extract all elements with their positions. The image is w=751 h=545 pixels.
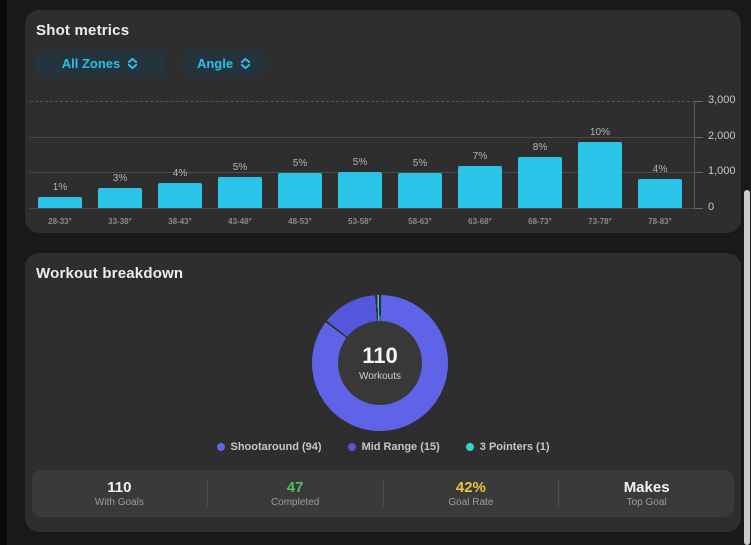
bar-value-label: 5% bbox=[292, 158, 308, 170]
stat-label: Top Goal bbox=[626, 496, 667, 508]
bar-chart: 1% 28-33° 3% 33-38° 4% 38-43° 5% 43-48° 5% 48-53°… bbox=[30, 101, 695, 226]
stat-value: 42% bbox=[455, 478, 486, 496]
bar-group-33-38°: 3% bbox=[98, 101, 142, 208]
x-axis-label: 68-73° bbox=[528, 217, 552, 226]
x-axis-label: 58-63° bbox=[408, 217, 432, 226]
donut-chart: 110 Workouts bbox=[312, 295, 448, 431]
legend-item-shootaround: Shootaround (94) bbox=[216, 441, 322, 453]
donut-center: 110 Workouts bbox=[338, 321, 422, 405]
bar-value-label: 7% bbox=[472, 150, 488, 162]
legend-label: 3 Pointers (1) bbox=[479, 441, 550, 453]
bar-group-38-43°: 4% bbox=[158, 101, 202, 208]
bar-value-label: 4% bbox=[652, 164, 668, 176]
bar-68-73° bbox=[518, 157, 562, 208]
stat-label: Completed bbox=[270, 496, 320, 508]
x-axis-label: 38-43° bbox=[168, 217, 192, 226]
x-axis-label: 48-53° bbox=[288, 217, 312, 226]
bar-48-53° bbox=[278, 173, 322, 208]
bar-value-label: 5% bbox=[352, 157, 368, 169]
bar-group-68-73°: 8% bbox=[518, 101, 562, 208]
bar-value-label: 5% bbox=[412, 158, 428, 170]
bar-value-label: 8% bbox=[532, 142, 548, 153]
filter-row: All Zones Angle bbox=[35, 50, 266, 77]
bar-group-43-48°: 5% bbox=[218, 101, 262, 208]
bar-group-78-83°: 4% bbox=[638, 101, 682, 208]
y-tick-label: 1,000 bbox=[695, 165, 736, 177]
all-zones-dropdown-label: All Zones bbox=[61, 56, 121, 71]
bar-group-73-78°: 10% bbox=[578, 101, 622, 208]
y-tick-mark bbox=[695, 101, 703, 102]
angle-dropdown[interactable]: Angle bbox=[182, 50, 266, 77]
workout-breakdown-card: Workout breakdown 110 Workouts Shootarou… bbox=[25, 253, 741, 532]
stat-top-goal: Makes Top Goal bbox=[559, 470, 734, 517]
bar-group-48-53°: 5% bbox=[278, 101, 322, 208]
scrollbar-thumb[interactable] bbox=[744, 190, 750, 545]
bar-value-label: 3% bbox=[112, 173, 128, 185]
y-tick-label: 0 bbox=[695, 201, 714, 213]
legend-dot bbox=[347, 443, 356, 451]
x-axis-label: 63-68° bbox=[468, 217, 492, 226]
bar-43-48° bbox=[218, 176, 262, 208]
bar-group-28-33°: 1% bbox=[38, 101, 82, 208]
x-axis-label: 28-33° bbox=[48, 217, 72, 226]
workout-breakdown-title: Workout breakdown bbox=[36, 265, 184, 282]
x-axis-label: 33-38° bbox=[108, 217, 132, 226]
stats-bar: 110 With Goals 47 Completed 42% Goal Rate Make… bbox=[32, 470, 734, 517]
legend-item-3-pointers: 3 Pointers (1) bbox=[465, 441, 550, 453]
legend-label: Shootaround (94) bbox=[230, 441, 322, 453]
bar-78-83° bbox=[638, 179, 682, 208]
bar-33-38° bbox=[98, 188, 142, 208]
bar-group-63-68°: 7% bbox=[458, 101, 502, 208]
y-tick-label: 2,000 bbox=[695, 130, 736, 142]
bar-value-label: 4% bbox=[172, 168, 188, 180]
chart-legend: Shootaround (94) Mid Range (15) 3 Pointers… bbox=[25, 441, 741, 453]
workout-total-value: 110 bbox=[362, 343, 398, 369]
bar-group-53-58°: 5% bbox=[338, 101, 382, 208]
workout-total-label: Workouts bbox=[358, 370, 402, 382]
bar-73-78° bbox=[578, 142, 622, 208]
stat-goal-rate: 42% Goal Rate bbox=[384, 470, 559, 517]
y-tick-mark bbox=[695, 172, 703, 174]
legend-dot bbox=[465, 443, 474, 451]
stat-value: Makes bbox=[623, 478, 670, 496]
stat-label: Goal Rate bbox=[448, 496, 494, 508]
legend-item-mid-range: Mid Range (15) bbox=[347, 441, 440, 453]
x-axis-label: 43-48° bbox=[228, 217, 252, 226]
stat-label: With Goals bbox=[94, 496, 144, 508]
angle-dropdown-label: Angle bbox=[196, 56, 234, 71]
shot-metrics-card: Shot metrics All Zones Angle 1% 28-33° 3% 3… bbox=[25, 10, 741, 233]
shot-metrics-title: Shot metrics bbox=[36, 22, 130, 39]
bar-53-58° bbox=[338, 172, 382, 208]
y-tick-mark bbox=[695, 208, 703, 209]
y-tick-label: 3,000 bbox=[695, 94, 736, 106]
bar-63-68° bbox=[458, 165, 502, 208]
bar-value-label: 1% bbox=[52, 182, 68, 194]
bar-58-63° bbox=[398, 173, 442, 208]
y-tick-mark bbox=[695, 136, 703, 138]
stat-with-goals: 110 With Goals bbox=[32, 470, 207, 517]
gridline-0 bbox=[30, 208, 695, 209]
x-axis-label: 78-83° bbox=[648, 217, 672, 226]
stat-completed: 47 Completed bbox=[208, 470, 383, 517]
window-edge bbox=[0, 0, 7, 545]
x-axis-label: 73-78° bbox=[588, 217, 612, 226]
bar-value-label: 10% bbox=[589, 127, 610, 139]
legend-dot bbox=[216, 443, 225, 451]
dashboard: Shot metrics All Zones Angle 1% 28-33° 3% 3… bbox=[0, 0, 751, 545]
stat-value: 110 bbox=[107, 478, 132, 496]
bar-group-58-63°: 5% bbox=[398, 101, 442, 208]
all-zones-dropdown[interactable]: All Zones bbox=[35, 50, 165, 77]
stat-value: 47 bbox=[286, 478, 304, 496]
sort-updown-icon bbox=[240, 57, 251, 70]
legend-label: Mid Range (15) bbox=[361, 441, 440, 453]
y-axis-line bbox=[694, 101, 695, 209]
bar-value-label: 5% bbox=[232, 161, 248, 173]
sort-updown-icon bbox=[128, 57, 138, 70]
bar-38-43° bbox=[158, 183, 202, 208]
bar-28-33° bbox=[38, 197, 82, 208]
x-axis-label: 53-58° bbox=[348, 217, 372, 226]
